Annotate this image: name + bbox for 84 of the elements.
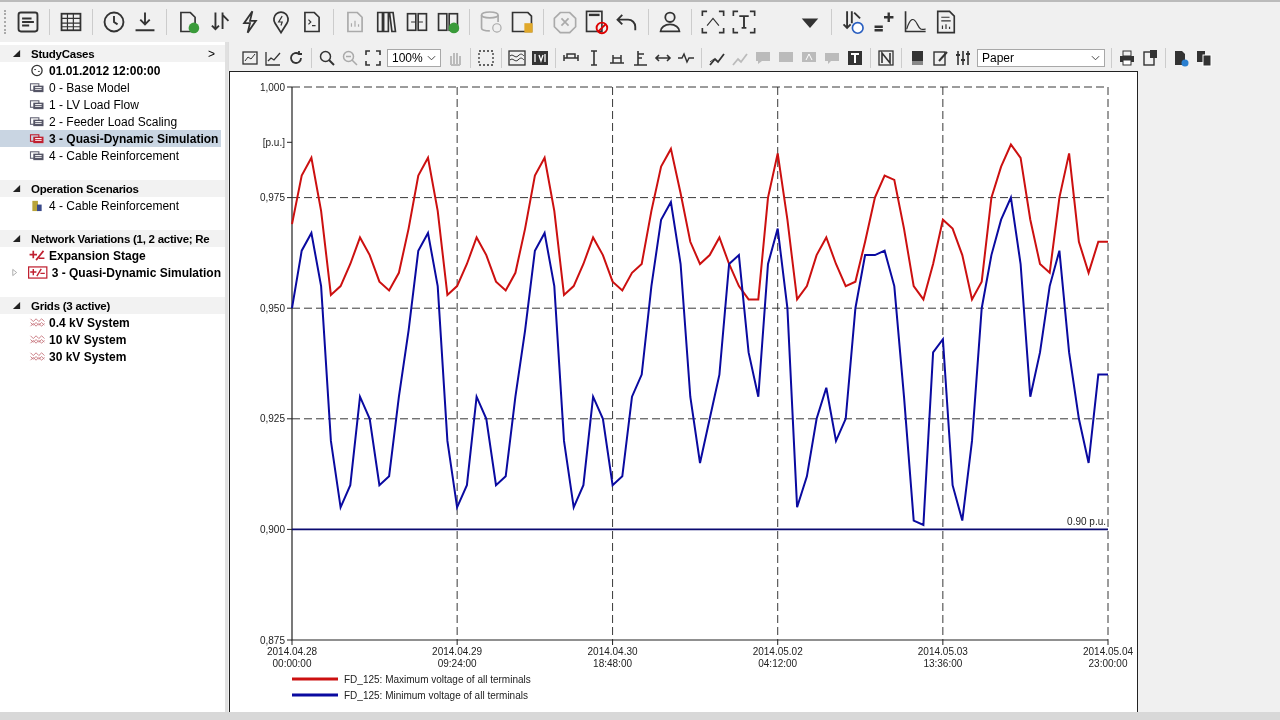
fit-icon[interactable] bbox=[364, 48, 382, 67]
scenario-icon bbox=[29, 199, 45, 212]
zoom-dropdown[interactable]: 100% bbox=[387, 48, 441, 67]
x-tick-time: 23:00:00 bbox=[1088, 658, 1128, 669]
refresh-icon[interactable] bbox=[287, 48, 305, 67]
study-case-icon bbox=[29, 132, 45, 145]
x-tick-date: 2014.05.03 bbox=[917, 646, 968, 657]
tree-item[interactable]: 30 kV System bbox=[0, 348, 221, 365]
page-edit-icon[interactable] bbox=[931, 48, 949, 67]
y-tick-label: 0,950 bbox=[259, 302, 285, 314]
y-tick-label: 0,975 bbox=[259, 192, 285, 204]
grid-icon bbox=[29, 333, 45, 346]
chevron-down-icon bbox=[427, 54, 436, 61]
study-case-icon bbox=[29, 149, 45, 162]
x-tick-time: 09:24:00 bbox=[437, 658, 477, 669]
plus-minus-icon bbox=[28, 266, 48, 279]
x-tick-date: 2014.04.30 bbox=[587, 646, 638, 657]
y-tick-label: 0,900 bbox=[259, 523, 285, 535]
grid-icon bbox=[29, 350, 45, 363]
x-tick-time: 13:36:00 bbox=[923, 658, 963, 669]
tree-item[interactable]: 4 - Cable Reinforcement bbox=[0, 147, 221, 164]
study-case-icon bbox=[29, 115, 45, 128]
section-title[interactable]: Operation Scenarios bbox=[31, 182, 215, 195]
new-page-icon[interactable] bbox=[1172, 48, 1190, 67]
x-tick-time: 18:48:00 bbox=[593, 658, 633, 669]
collapse-icon[interactable] bbox=[12, 301, 21, 310]
x-tick-time: 04:12:00 bbox=[758, 658, 798, 669]
x-tick-time: 00:00:00 bbox=[272, 658, 312, 669]
selection-icon[interactable] bbox=[477, 48, 495, 67]
tree-item[interactable]: 1 - LV Load Flow bbox=[0, 96, 221, 113]
collapse-icon[interactable] bbox=[12, 49, 21, 58]
y-tick-label: 1,000 bbox=[259, 81, 285, 93]
sliders-icon[interactable] bbox=[954, 48, 972, 67]
tree-item[interactable]: 10 kV System bbox=[0, 331, 221, 348]
report-icon[interactable] bbox=[15, 9, 41, 35]
axis-icon[interactable] bbox=[631, 48, 649, 67]
copy-page-icon[interactable] bbox=[1195, 48, 1213, 67]
style-dropdown[interactable]: Paper bbox=[977, 48, 1105, 67]
x-tick-date: 2014.04.28 bbox=[266, 646, 318, 657]
y-tick-label: 0,875 bbox=[259, 634, 285, 646]
zoom-icon[interactable] bbox=[318, 48, 336, 67]
tree-item[interactable]: 01.01.2012 12:00:00 bbox=[0, 62, 221, 79]
plus-minus-icon bbox=[29, 249, 45, 262]
n-box-icon[interactable] bbox=[877, 48, 895, 67]
legend-label: FD_125: Maximum voltage of all terminals bbox=[344, 674, 531, 685]
waveform-bars-icon[interactable] bbox=[531, 48, 549, 67]
collapse-icon[interactable] bbox=[12, 234, 21, 243]
x-tick-date: 2014.05.02 bbox=[752, 646, 803, 657]
y-axis-unit: [p.u.] bbox=[262, 136, 285, 148]
text-icon[interactable] bbox=[846, 48, 864, 67]
limit-label: 0.90 p.u. bbox=[1067, 516, 1106, 528]
x-tick-date: 2014.05.04 bbox=[1082, 646, 1134, 657]
tree-item[interactable]: 3 - Quasi-Dynamic Simulation bbox=[0, 130, 221, 147]
print-icon[interactable] bbox=[1118, 48, 1136, 67]
clock-icon bbox=[29, 64, 45, 77]
chart-icon[interactable] bbox=[241, 48, 259, 67]
text-select-icon[interactable] bbox=[731, 9, 757, 35]
grid-icon bbox=[29, 316, 45, 329]
study-case-icon bbox=[29, 98, 45, 111]
section-title[interactable]: Grids (3 active) bbox=[31, 299, 215, 312]
time-arrows-icon[interactable] bbox=[840, 9, 866, 35]
more-button[interactable]: > bbox=[208, 46, 215, 61]
section-title[interactable]: Network Variations (1, 2 active; Re bbox=[31, 232, 215, 245]
chevron-down-icon bbox=[1091, 54, 1100, 61]
tree-item[interactable]: 4 - Cable Reinforcement bbox=[0, 197, 221, 214]
waveform-icon[interactable] bbox=[508, 48, 526, 67]
save-icon[interactable] bbox=[509, 9, 535, 35]
plot-icon[interactable] bbox=[902, 9, 928, 35]
tree-item[interactable]: Expansion Stage bbox=[0, 247, 221, 264]
section-title[interactable]: StudyCases bbox=[31, 47, 208, 60]
tree-item[interactable]: 0.4 kV System bbox=[0, 314, 221, 331]
user-icon[interactable] bbox=[657, 9, 683, 35]
study-case-icon bbox=[29, 81, 45, 94]
collapse-icon[interactable] bbox=[12, 184, 21, 193]
tree-item[interactable]: 0 - Base Model bbox=[0, 79, 221, 96]
graph-select-icon[interactable] bbox=[700, 9, 726, 35]
clock-icon[interactable] bbox=[101, 9, 127, 35]
tree-item[interactable]: 3 - Quasi-Dynamic Simulation bbox=[0, 264, 221, 281]
legend-label: FD_125: Minimum voltage of all terminals bbox=[344, 690, 528, 701]
tree-item[interactable]: 2 - Feeder Load Scaling bbox=[0, 113, 221, 130]
calculator-icon[interactable] bbox=[583, 9, 609, 35]
page-setup-icon[interactable] bbox=[1141, 48, 1159, 67]
y-tick-label: 0,925 bbox=[259, 413, 285, 425]
x-tick-date: 2014.04.29 bbox=[432, 646, 483, 657]
